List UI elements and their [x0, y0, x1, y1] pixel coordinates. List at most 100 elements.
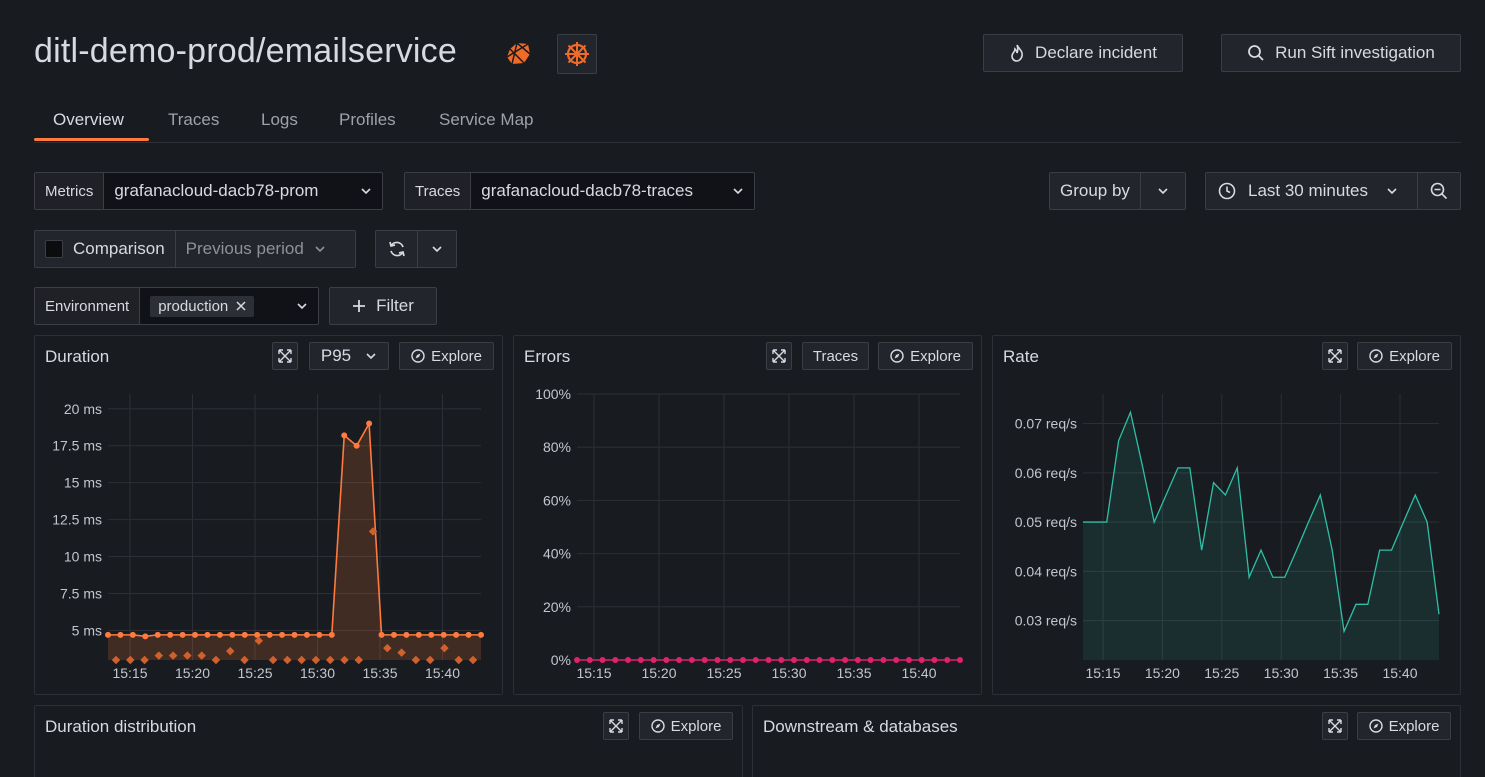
explore-button[interactable]: Explore: [878, 342, 973, 370]
duration-point: [254, 631, 261, 638]
comparison-control: Comparison Previous period: [34, 230, 356, 268]
x-tick-label: 15:35: [836, 665, 871, 681]
expand-button[interactable]: [1322, 342, 1348, 370]
compass-icon: [1369, 349, 1383, 363]
declare-incident-button[interactable]: Declare incident: [983, 34, 1183, 72]
x-tick-label: 15:35: [362, 665, 397, 681]
comparison-label: Comparison: [73, 239, 165, 258]
search-icon: [1248, 45, 1264, 61]
run-sift-button[interactable]: Run Sift investigation: [1221, 34, 1461, 72]
duration-point: [154, 631, 161, 638]
time-range-picker[interactable]: Last 30 minutes: [1205, 172, 1461, 210]
kubernetes-icon[interactable]: [557, 34, 597, 74]
y-tick-label: 0.05 req/s: [1015, 514, 1077, 530]
percentile-dropdown[interactable]: P95: [309, 342, 389, 370]
duration-point: [129, 631, 136, 638]
explore-button[interactable]: Explore: [399, 342, 494, 370]
expand-button[interactable]: [766, 342, 792, 370]
duration-point: [465, 631, 472, 638]
group-by-dropdown[interactable]: Group by: [1049, 172, 1186, 210]
environment-chip-label: production: [158, 297, 229, 315]
traces-datasource-picker[interactable]: Traces grafanacloud-dacb78-traces: [404, 172, 755, 210]
explore-label: Explore: [431, 347, 482, 365]
duration-point: [366, 420, 373, 427]
errors-point: [905, 657, 912, 663]
duration-point: [403, 631, 410, 638]
duration-point: [390, 631, 397, 638]
chevron-down-icon: [1387, 188, 1397, 195]
traces-button[interactable]: Traces: [802, 342, 869, 370]
errors-point: [752, 657, 759, 663]
explore-label: Explore: [1388, 717, 1440, 735]
y-tick-label: 5 ms: [72, 622, 102, 638]
duration-point: [229, 631, 236, 638]
expand-icon: [1328, 719, 1342, 733]
y-tick-label: 100%: [535, 386, 571, 402]
x-tick-label: 15:15: [1085, 665, 1120, 681]
duration-point: [478, 631, 484, 638]
expand-icon: [278, 349, 292, 363]
group-by-label: Group by: [1050, 173, 1141, 209]
duration-point: [440, 631, 447, 638]
metrics-datasource-picker[interactable]: Metrics grafanacloud-dacb78-prom: [34, 172, 383, 210]
chevron-down-icon: [315, 246, 325, 253]
x-tick-label: 15:15: [112, 665, 147, 681]
zoom-out-button[interactable]: [1418, 173, 1460, 209]
compass-icon: [890, 349, 904, 363]
tab-service-map[interactable]: Service Map: [439, 110, 533, 130]
page-title: ditl-demo-prod/emailservice: [34, 32, 457, 70]
explore-button[interactable]: Explore: [1357, 342, 1452, 370]
x-tick-label: 15:20: [1145, 665, 1180, 681]
comparison-period-dropdown[interactable]: Previous period: [175, 231, 355, 267]
errors-point: [739, 657, 746, 663]
filter-label: Filter: [376, 296, 414, 315]
duration-point: [241, 631, 248, 638]
duration-point: [266, 631, 273, 638]
comparison-toggle[interactable]: Comparison: [35, 231, 176, 267]
run-sift-label: Run Sift investigation: [1275, 43, 1435, 62]
refresh-interval-dropdown[interactable]: [418, 231, 456, 267]
x-tick-label: 15:15: [576, 665, 611, 681]
errors-point: [791, 657, 798, 663]
expand-button[interactable]: [603, 712, 629, 740]
duration-point: [316, 631, 323, 638]
expand-button[interactable]: [1322, 712, 1348, 740]
environment-select[interactable]: production: [140, 288, 318, 324]
duration-point: [216, 631, 223, 638]
errors-point: [816, 657, 823, 663]
tab-logs[interactable]: Logs: [261, 110, 298, 130]
duration-area: [108, 423, 481, 660]
x-tick-label: 15:30: [300, 665, 335, 681]
x-tick-label: 15:40: [1382, 665, 1417, 681]
errors-point: [688, 657, 695, 663]
traces-button-label: Traces: [812, 347, 859, 365]
chevron-down-icon: [366, 353, 376, 360]
explore-button[interactable]: Explore: [1357, 712, 1451, 740]
duration-point: [204, 631, 211, 638]
duration-point: [291, 631, 298, 638]
y-tick-label: 0.06 req/s: [1015, 465, 1077, 481]
compass-icon: [650, 719, 665, 733]
y-tick-label: 80%: [543, 439, 571, 455]
duration-distribution-panel: Duration distribution Explore: [34, 705, 743, 777]
tab-traces[interactable]: Traces: [168, 110, 219, 130]
errors-point: [867, 657, 874, 663]
duration-point: [117, 631, 124, 638]
expand-button[interactable]: [272, 342, 298, 370]
environment-filter: Environment production: [34, 287, 319, 325]
duration-point: [353, 442, 360, 449]
y-tick-label: 0.03 req/s: [1015, 613, 1077, 629]
close-icon[interactable]: [236, 301, 246, 311]
duration-point: [303, 631, 310, 638]
tab-overview[interactable]: Overview: [53, 110, 124, 130]
percentile-value: P95: [320, 346, 352, 365]
chevron-down-icon: [361, 188, 371, 195]
traces-value: grafanacloud-dacb78-traces: [481, 181, 693, 200]
add-filter-button[interactable]: Filter: [329, 287, 437, 325]
x-tick-label: 15:30: [771, 665, 806, 681]
refresh-button[interactable]: [376, 231, 418, 267]
comparison-checkbox[interactable]: [45, 240, 63, 258]
explore-button[interactable]: Explore: [639, 712, 733, 740]
duration-line: [108, 420, 481, 638]
tab-profiles[interactable]: Profiles: [339, 110, 396, 130]
